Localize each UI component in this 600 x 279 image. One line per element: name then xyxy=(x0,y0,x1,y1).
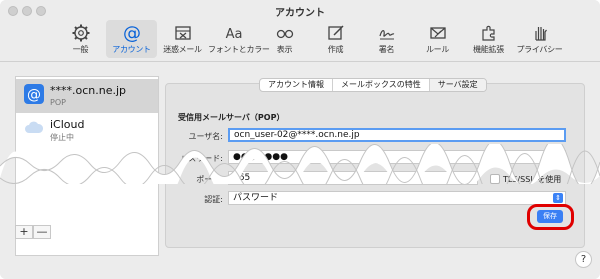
toolbar-composing[interactable]: 作成 xyxy=(310,20,361,58)
hand-icon xyxy=(534,27,547,41)
help-button[interactable]: ? xyxy=(575,251,592,268)
toolbar-label: 作成 xyxy=(327,45,344,54)
save-button[interactable]: 保存 xyxy=(537,210,563,223)
toolbar-label: プライバシー xyxy=(516,45,563,54)
port-label: ポート: xyxy=(196,175,223,184)
svg-text:@: @ xyxy=(27,87,41,103)
toolbar-label: 署名 xyxy=(378,45,395,54)
toolbar-extensions[interactable]: 機能拡張 xyxy=(463,20,514,58)
account-list-controls: + — xyxy=(15,225,51,239)
toolbar-accounts[interactable]: @ アカウント xyxy=(106,20,157,58)
password-label: パスワード: xyxy=(180,154,223,163)
account-item-ocn[interactable]: @ ****.ocn.ne.jp POP xyxy=(16,79,158,113)
toolbar-label: 一般 xyxy=(72,45,89,54)
window-title: アカウント xyxy=(275,8,325,19)
auth-select[interactable]: パスワード xyxy=(228,191,566,205)
toolbar-rules[interactable]: ルール xyxy=(412,20,463,58)
signature-icon xyxy=(378,30,394,40)
add-account-button[interactable]: + xyxy=(15,225,33,239)
toolbar-label: 機能拡張 xyxy=(473,45,504,54)
account-item-icloud[interactable]: iCloud 停止中 xyxy=(16,113,158,147)
toolbar-label: アカウント xyxy=(112,45,151,54)
tab-account-info[interactable]: アカウント情報 xyxy=(260,79,333,91)
tab-server-settings[interactable]: サーバ設定 xyxy=(429,79,486,91)
toolbar-signatures[interactable]: 署名 xyxy=(361,20,412,58)
toolbar-label: 表示 xyxy=(276,45,293,54)
cloud-icon xyxy=(25,121,44,133)
gear-icon xyxy=(72,24,89,42)
account-name: iCloud xyxy=(50,118,85,131)
junk-tray-icon xyxy=(174,26,191,40)
password-field[interactable]: ●●●●●●● xyxy=(228,150,566,164)
tls-ssl-label: TLS/SSL を使用 xyxy=(503,175,562,184)
chevron-updown-icon: ⇕ xyxy=(553,193,563,203)
toolbar-general[interactable]: 一般 xyxy=(55,20,106,58)
toolbar-viewing[interactable]: 表示 xyxy=(259,20,310,58)
incoming-server-heading: 受信用メールサーバ（POP） xyxy=(178,113,285,122)
font-icon: Aa xyxy=(225,27,242,42)
preferences-window: アカウント 一般 @ アカウント 迷惑メール Aa フォントとカラー 表示 作成… xyxy=(0,0,600,279)
compose-icon xyxy=(327,25,344,40)
username-field[interactable]: ocn_user-02@****.ocn.ne.jp xyxy=(228,128,566,142)
tab-mailbox-behaviors[interactable]: メールボックスの特性 xyxy=(333,79,430,91)
toolbar-label: ルール xyxy=(425,45,450,54)
toolbar-privacy[interactable]: プライバシー xyxy=(514,20,565,58)
preferences-toolbar: 一般 @ アカウント 迷惑メール Aa フォントとカラー 表示 作成 署名 ルー… xyxy=(55,20,565,58)
puzzle-icon xyxy=(481,25,495,41)
account-status: 停止中 xyxy=(50,133,74,142)
glasses-icon xyxy=(276,29,293,39)
remove-account-button[interactable]: — xyxy=(33,225,51,239)
toolbar-junk-mail[interactable]: 迷惑メール xyxy=(157,20,208,58)
toolbar-label: フォントとカラー xyxy=(208,45,270,54)
at-icon: @ xyxy=(24,84,44,104)
rules-icon xyxy=(429,27,446,39)
toolbar-label: 迷惑メール xyxy=(163,45,202,54)
account-type: POP xyxy=(50,98,66,107)
account-settings-panel xyxy=(165,83,585,248)
title-bar: アカウント 一般 @ アカウント 迷惑メール Aa フォントとカラー 表示 作成… xyxy=(0,0,600,62)
svg-text:Aa: Aa xyxy=(225,27,242,42)
settings-tab-bar: アカウント情報 メールボックスの特性 サーバ設定 xyxy=(259,78,487,92)
toolbar-fonts-colors[interactable]: Aa フォントとカラー xyxy=(208,20,270,58)
svg-text:@: @ xyxy=(123,23,141,43)
tls-ssl-checkbox[interactable] xyxy=(490,174,500,184)
at-icon: @ xyxy=(123,23,141,43)
username-label: ユーザ名: xyxy=(188,132,223,141)
account-name: ****.ocn.ne.jp xyxy=(50,84,127,97)
port-field[interactable]: 465 xyxy=(228,171,478,185)
auth-label: 認証: xyxy=(204,195,223,204)
